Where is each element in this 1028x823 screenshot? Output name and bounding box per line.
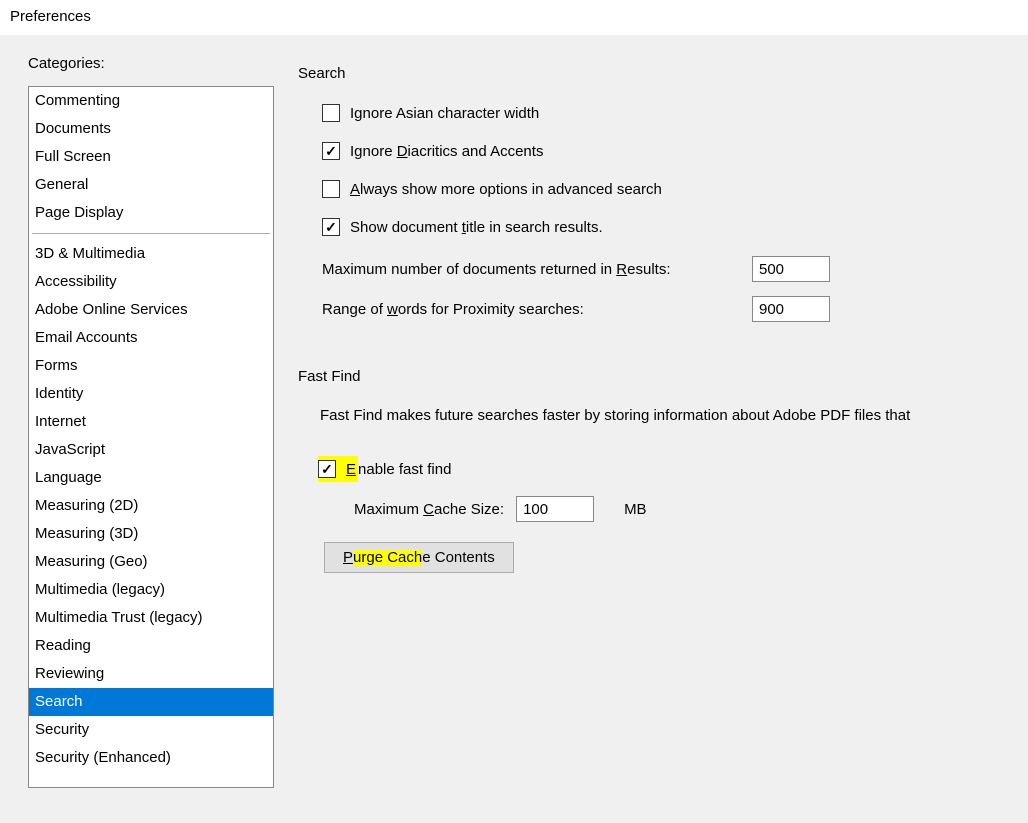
max-docs-input[interactable] <box>752 256 830 282</box>
fastfind-description: Fast Find makes future searches faster b… <box>320 407 1028 424</box>
always-more-checkbox[interactable] <box>322 180 340 198</box>
ignore-diacritics-row[interactable]: Ignore Diacritics and Accents <box>322 142 1028 160</box>
enable-fastfind-label-rest: nable fast find <box>358 461 451 478</box>
max-docs-row: Maximum number of documents returned in … <box>322 256 1028 282</box>
category-item[interactable]: Security <box>29 716 273 744</box>
category-item[interactable]: Documents <box>29 115 273 143</box>
window-title: Preferences <box>10 8 91 25</box>
categories-heading: Categories: <box>28 55 274 72</box>
cache-size-unit: MB <box>624 501 647 518</box>
always-more-label: Always show more options in advanced sea… <box>350 181 662 198</box>
category-item[interactable]: Multimedia (legacy) <box>29 576 273 604</box>
category-item[interactable]: Measuring (3D) <box>29 520 273 548</box>
search-group: Search Ignore Asian character width Igno… <box>298 55 1028 358</box>
show-title-checkbox[interactable] <box>322 218 340 236</box>
settings-panel: Search Ignore Asian character width Igno… <box>298 55 1028 803</box>
category-item[interactable]: Measuring (Geo) <box>29 548 273 576</box>
category-item[interactable]: Search <box>29 688 273 716</box>
always-more-row[interactable]: Always show more options in advanced sea… <box>322 180 1028 198</box>
category-item[interactable]: General <box>29 171 273 199</box>
fastfind-group: Fast Find Fast Find makes future searche… <box>298 358 1028 591</box>
enable-fastfind-highlight: E <box>318 456 358 482</box>
enable-fastfind-checkbox[interactable] <box>318 460 336 478</box>
range-words-row: Range of words for Proximity searches: <box>322 296 1028 322</box>
category-item[interactable]: Forms <box>29 352 273 380</box>
ignore-diacritics-checkbox[interactable] <box>322 142 340 160</box>
show-title-row[interactable]: Show document title in search results. <box>322 218 1028 236</box>
window-titlebar: Preferences <box>0 0 1028 35</box>
cache-size-input[interactable] <box>516 496 594 522</box>
fastfind-group-title: Fast Find <box>298 368 367 385</box>
ignore-diacritics-label: Ignore Diacritics and Accents <box>350 143 543 160</box>
cache-size-label: Maximum Cache Size: <box>354 501 504 518</box>
category-item[interactable]: Security (Enhanced) <box>29 744 273 772</box>
category-item[interactable]: Email Accounts <box>29 324 273 352</box>
category-item[interactable]: Multimedia Trust (legacy) <box>29 604 273 632</box>
category-item[interactable]: Reading <box>29 632 273 660</box>
range-words-input[interactable] <box>752 296 830 322</box>
ignore-asian-label: Ignore Asian character width <box>350 105 539 122</box>
category-item[interactable]: Identity <box>29 380 273 408</box>
category-item[interactable]: Internet <box>29 408 273 436</box>
cache-size-row: Maximum Cache Size: MB <box>354 496 1028 522</box>
category-item[interactable]: Commenting <box>29 87 273 115</box>
category-item[interactable]: JavaScript <box>29 436 273 464</box>
categories-column: Categories: CommentingDocumentsFull Scre… <box>28 55 274 803</box>
category-item[interactable]: Reviewing <box>29 660 273 688</box>
show-title-label: Show document title in search results. <box>350 219 603 236</box>
category-item[interactable]: Language <box>29 464 273 492</box>
category-item[interactable]: Full Screen <box>29 143 273 171</box>
category-divider <box>32 233 270 234</box>
preferences-body: Categories: CommentingDocumentsFull Scre… <box>0 35 1028 823</box>
range-words-label: Range of words for Proximity searches: <box>322 301 740 318</box>
purge-cache-button[interactable]: Purge Cache Contents <box>324 542 514 573</box>
category-item[interactable]: 3D & Multimedia <box>29 240 273 268</box>
category-item[interactable]: Measuring (2D) <box>29 492 273 520</box>
ignore-asian-row[interactable]: Ignore Asian character width <box>322 104 1028 122</box>
categories-list[interactable]: CommentingDocumentsFull ScreenGeneralPag… <box>28 86 274 788</box>
max-docs-label: Maximum number of documents returned in … <box>322 261 740 278</box>
search-group-title: Search <box>298 65 352 82</box>
ignore-asian-checkbox[interactable] <box>322 104 340 122</box>
category-item[interactable]: Page Display <box>29 199 273 227</box>
category-item[interactable]: Adobe Online Services <box>29 296 273 324</box>
category-item[interactable]: Accessibility <box>29 268 273 296</box>
